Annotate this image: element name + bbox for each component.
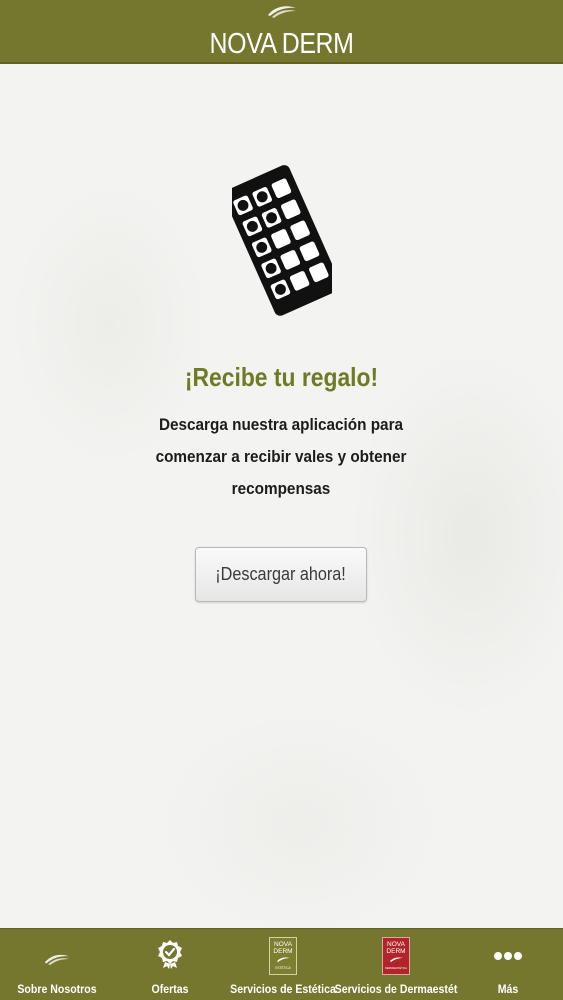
logo-text: DERM — [273, 948, 292, 955]
tab-label: Sobre Nosotros — [16, 982, 97, 996]
tab-servicios-dermaestetica[interactable]: NOVA DERM DERMAESTÉTICA Servicios de Der… — [334, 929, 457, 1000]
tab-ofertas[interactable]: Ofertas — [113, 929, 226, 1000]
tab-mas[interactable]: Más — [452, 929, 563, 1000]
badge-check-icon — [157, 940, 182, 969]
leaf-swoosh-icon — [268, 6, 296, 18]
stamp-card-icon — [232, 165, 332, 316]
download-description: Descarga nuestra aplicación para comenza… — [155, 415, 407, 498]
bottom-tab-bar: Sobre Nosotros Ofertas NOVA DERM ESTÉTIC… — [0, 928, 563, 1000]
tab-sobre-nosotros[interactable]: Sobre Nosotros — [0, 929, 113, 1000]
download-now-label: ¡Descargar ahora! — [215, 564, 347, 584]
logo-text: ESTÉTICA — [275, 965, 291, 970]
logo-text: NOVA — [274, 941, 293, 948]
nova-derm-dermaestetica-logo: NOVA DERM DERMAESTÉTICA — [381, 937, 410, 975]
tab-servicios-estetica[interactable]: NOVA DERM ESTÉTICA Servicios de Estética — [226, 929, 339, 1000]
tab-label: Más — [497, 982, 518, 996]
logo-text: DERM — [386, 948, 405, 955]
more-dots-icon — [493, 952, 522, 960]
app-title: NOVA DERM — [209, 28, 354, 60]
download-now-button[interactable]: ¡Descargar ahora! — [195, 547, 367, 602]
tab-label: Ofertas — [151, 982, 188, 996]
tab-label: Servicios de Dermaestét — [334, 982, 457, 996]
tab-label: Servicios de Estética — [229, 982, 336, 996]
gift-headline: ¡Recibe tu regalo! — [184, 362, 379, 392]
logo-text: NOVA — [387, 941, 406, 948]
leaf-swoosh-icon — [44, 954, 69, 966]
nova-derm-estetica-logo: NOVA DERM ESTÉTICA — [268, 937, 297, 975]
app-header: NOVA DERM — [0, 0, 563, 64]
